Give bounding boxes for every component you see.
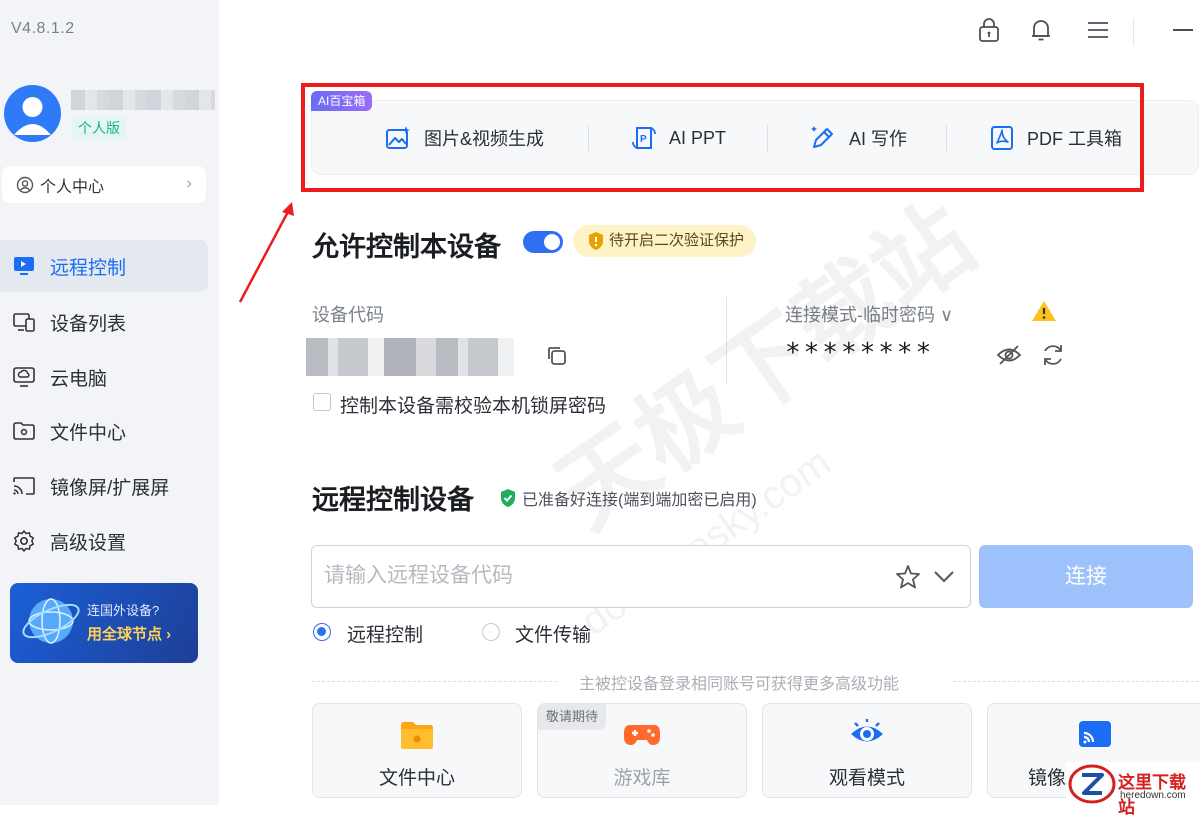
allow-control-title: 允许控制本设备	[312, 232, 501, 262]
personal-center-button[interactable]: 个人中心 ›	[2, 166, 206, 203]
sidebar-item-remote-control[interactable]: 远程控制	[0, 240, 208, 292]
connection-status: 已准备好连接(端到端加密已启用)	[499, 486, 757, 510]
globe-icon	[22, 598, 80, 644]
highlight-box	[301, 83, 1144, 192]
mode-radio-remote-control[interactable]	[313, 623, 331, 641]
sidebar-item-mirror-screen[interactable]: 镜像屏/扩展屏	[0, 460, 208, 512]
remote-control-title: 远程控制设备	[312, 485, 474, 515]
remote-code-field[interactable]	[311, 545, 971, 608]
remote-code-input[interactable]	[324, 546, 884, 606]
allow-control-toggle[interactable]	[523, 231, 563, 253]
cloud-pc-icon	[11, 364, 37, 390]
sidebar-item-file-center[interactable]: 文件中心	[0, 405, 208, 457]
corner-logo-url: heredown.com	[1120, 790, 1186, 801]
lock-screen-password-checkbox[interactable]	[313, 393, 331, 411]
lock-screen-password-label: 控制本设备需校验本机锁屏密码	[340, 396, 607, 417]
cast-icon	[1075, 717, 1113, 756]
feature-card-game-library[interactable]: 敬请期待 游戏库	[537, 703, 747, 798]
same-account-hint: 主被控设备登录相同账号可获得更多高级功能	[579, 676, 900, 693]
dashed-divider	[312, 681, 557, 682]
watermark-url: down.yesky.com	[573, 440, 839, 645]
device-list-icon	[11, 309, 37, 335]
temp-password: ********	[785, 338, 935, 368]
device-code-blurred	[306, 338, 514, 376]
sidebar-item-advanced-settings[interactable]: 高级设置	[0, 515, 208, 567]
feature-card-label: 观看模式	[828, 768, 905, 789]
refresh-icon[interactable]	[1040, 342, 1066, 373]
username-blurred	[71, 90, 215, 110]
folder-icon	[398, 717, 436, 758]
personal-center-label: 个人中心	[40, 178, 105, 196]
minimize-icon[interactable]	[1168, 15, 1198, 45]
promo-line2: 用全球节点 ›	[87, 626, 172, 643]
connect-button[interactable]: 连接	[979, 545, 1193, 608]
monitor-icon	[11, 253, 37, 279]
two-factor-warning-label: 待开启二次验证保护	[609, 232, 745, 249]
feature-card-label: 文件中心	[378, 768, 455, 789]
bell-icon[interactable]	[1026, 15, 1056, 45]
eye-off-icon[interactable]	[996, 342, 1022, 373]
section-divider	[726, 297, 727, 384]
user-avatar-icon	[14, 97, 51, 135]
edition-badge: 个人版	[72, 116, 126, 140]
menu-icon[interactable]	[1083, 15, 1113, 45]
promo-line1: 连国外设备?	[87, 603, 160, 618]
coming-soon-badge: 敬请期待	[538, 704, 607, 730]
star-icon[interactable]	[895, 564, 921, 595]
titlebar-divider	[1133, 18, 1134, 46]
copy-icon[interactable]	[545, 344, 569, 373]
warning-triangle-icon[interactable]	[1030, 299, 1058, 328]
mode-radio-file-transfer[interactable]	[482, 623, 500, 641]
connection-mode-dropdown[interactable]: 连接模式-临时密码 ∨	[785, 301, 953, 327]
dashed-divider	[953, 681, 1199, 682]
shield-check-icon	[501, 489, 515, 507]
feature-card-label: 游戏库	[613, 768, 671, 789]
shield-icon	[589, 232, 603, 250]
sidebar-item-device-list[interactable]: 设备列表	[0, 296, 208, 348]
avatar[interactable]	[4, 85, 61, 142]
sidebar-item-label: 云电脑	[50, 368, 108, 390]
sidebar-item-label: 设备列表	[50, 313, 127, 335]
feature-card-file-center[interactable]: 文件中心	[312, 703, 522, 798]
cast-icon	[11, 473, 37, 499]
global-node-promo[interactable]: 连国外设备? 用全球节点 ›	[10, 583, 198, 663]
feature-card-watch-mode[interactable]: 观看模式	[762, 703, 972, 798]
two-factor-warning[interactable]: 待开启二次验证保护	[573, 225, 757, 257]
sidebar-item-label: 镜像屏/扩展屏	[50, 477, 170, 499]
corner-logo: 这里下载站 heredown.com	[1066, 762, 1200, 817]
lock-icon[interactable]	[974, 15, 1004, 45]
sidebar-item-label: 远程控制	[50, 257, 127, 279]
connection-status-label: 已准备好连接(端到端加密已启用)	[522, 492, 757, 509]
eye-icon	[847, 717, 887, 756]
device-code-label: 设备代码	[312, 305, 384, 325]
chevron-down-icon[interactable]	[932, 566, 956, 591]
folder-icon	[11, 418, 37, 444]
mode-label-file-transfer[interactable]: 文件传输	[515, 620, 591, 647]
sidebar-item-label: 文件中心	[50, 422, 127, 444]
sidebar-item-cloud-pc[interactable]: 云电脑	[0, 351, 208, 403]
gear-icon	[11, 528, 37, 554]
gamepad-icon	[622, 717, 662, 756]
app-version: V4.8.1.2	[11, 20, 75, 37]
sidebar: V4.8.1.2 个人版 个人中心 › 远程控制 设备列表 云电脑 文件中心 镜…	[0, 0, 219, 805]
sidebar-item-label: 高级设置	[50, 532, 127, 554]
user-circle-icon	[16, 176, 34, 193]
chevron-right-icon: ›	[186, 175, 192, 192]
annotation-arrow-icon	[238, 202, 294, 303]
site-logo-icon	[1068, 764, 1116, 804]
mode-label-remote-control[interactable]: 远程控制	[347, 620, 423, 647]
